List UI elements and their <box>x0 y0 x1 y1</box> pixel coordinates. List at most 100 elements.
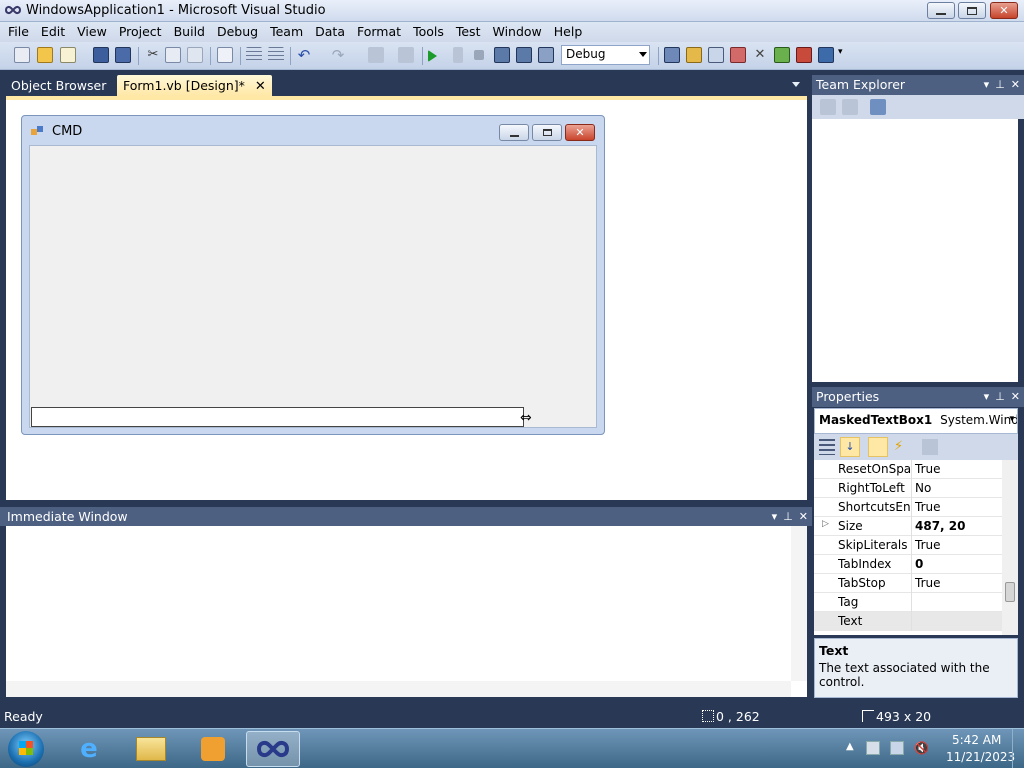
menu-window[interactable]: Window <box>486 22 547 42</box>
window-position-dropdown-icon[interactable]: ▾ <box>984 75 990 95</box>
new-project-icon[interactable] <box>14 47 30 63</box>
step-into-icon[interactable] <box>494 47 510 63</box>
add-item-icon[interactable] <box>60 47 76 63</box>
add-existing-team-project-icon[interactable] <box>870 99 886 115</box>
taskbar-windows-explorer[interactable] <box>124 731 178 767</box>
show-hidden-icons-icon[interactable]: ▲ <box>846 741 854 752</box>
clock-time[interactable]: 5:42 AM <box>952 733 1001 747</box>
object-selector-dropdown[interactable]: MaskedTextBox1 System.Windov ▾ <box>814 408 1018 434</box>
document-list-dropdown-icon[interactable] <box>792 82 800 87</box>
taskbar-internet-explorer[interactable]: e <box>62 731 116 767</box>
close-tab-icon[interactable]: ✕ <box>255 79 266 94</box>
auto-hide-pin-icon[interactable]: ⊥ <box>995 75 1005 95</box>
solution-explorer-icon[interactable] <box>686 47 702 63</box>
properties-view-icon[interactable] <box>868 437 888 457</box>
navigate-forward-icon[interactable] <box>398 47 414 63</box>
stop-icon[interactable] <box>842 99 858 115</box>
menu-help[interactable]: Help <box>548 22 589 42</box>
stop-icon[interactable] <box>474 50 484 60</box>
masked-textbox1[interactable] <box>31 407 524 427</box>
find-icon[interactable] <box>217 47 233 63</box>
menu-data[interactable]: Data <box>309 22 351 42</box>
command-window-icon[interactable] <box>818 47 834 63</box>
expand-icon[interactable]: ▷ <box>822 519 829 529</box>
categorized-icon[interactable] <box>819 439 835 455</box>
menu-file[interactable]: File <box>2 22 35 42</box>
paste-icon[interactable] <box>187 47 203 63</box>
form-client-area[interactable]: ⇔ <box>29 145 597 428</box>
find-in-files-icon[interactable] <box>664 47 680 63</box>
horizontal-scrollbar[interactable] <box>6 681 791 697</box>
auto-hide-pin-icon[interactable]: ⊥ <box>995 387 1005 407</box>
comment-icon[interactable] <box>246 47 262 63</box>
close-button[interactable]: ✕ <box>990 2 1018 19</box>
property-row[interactable]: ▷ Size 487, 20 <box>814 517 1002 536</box>
property-row[interactable]: RightToLeft No <box>814 479 1002 498</box>
pause-icon[interactable] <box>453 47 463 63</box>
property-grid[interactable]: ResetOnSpac True RightToLeft No ShortcutsE… <box>814 460 1018 635</box>
save-icon[interactable] <box>93 47 109 63</box>
class-view-icon[interactable] <box>774 47 790 63</box>
volume-muted-icon[interactable]: 🔇 <box>914 741 929 755</box>
open-file-icon[interactable] <box>37 47 53 63</box>
menu-format[interactable]: Format <box>351 22 407 42</box>
close-panel-icon[interactable]: ✕ <box>799 507 808 526</box>
property-row[interactable]: Tag <box>814 593 1002 612</box>
copy-icon[interactable] <box>165 47 181 63</box>
start-page-icon[interactable] <box>796 47 812 63</box>
save-all-icon[interactable] <box>115 47 131 63</box>
step-out-icon[interactable] <box>538 47 554 63</box>
menu-debug[interactable]: Debug <box>211 22 264 42</box>
tab-object-browser[interactable]: Object Browser <box>5 75 112 96</box>
uncomment-icon[interactable] <box>268 47 284 63</box>
menu-project[interactable]: Project <box>113 22 168 42</box>
restore-button[interactable] <box>958 2 986 19</box>
scroll-thumb[interactable] <box>1005 582 1015 602</box>
action-center-icon[interactable] <box>866 741 880 755</box>
menu-test[interactable]: Test <box>450 22 487 42</box>
solution-configuration-dropdown[interactable]: Debug <box>561 45 650 65</box>
vertical-scrollbar[interactable] <box>1002 460 1018 635</box>
taskbar-visual-studio[interactable] <box>246 731 300 767</box>
property-row-selected[interactable]: Text <box>814 612 1002 631</box>
refresh-icon[interactable] <box>820 99 836 115</box>
network-icon[interactable] <box>890 741 904 755</box>
team-explorer-tree[interactable] <box>812 119 1018 382</box>
clock-date[interactable]: 11/21/2023 <box>946 750 1015 764</box>
start-debugging-icon[interactable] <box>428 50 437 62</box>
navigate-back-icon[interactable] <box>368 47 384 63</box>
properties-window-icon[interactable] <box>708 47 724 63</box>
close-panel-icon[interactable]: ✕ <box>1011 387 1020 407</box>
toolbar-options-icon[interactable]: ▾ <box>838 47 846 63</box>
auto-hide-pin-icon[interactable]: ⊥ <box>783 507 793 526</box>
step-over-icon[interactable] <box>516 47 532 63</box>
cut-icon[interactable]: ✂ <box>145 47 161 63</box>
window-position-dropdown-icon[interactable]: ▾ <box>984 387 990 407</box>
alphabetical-icon[interactable]: ↓ <box>840 437 860 457</box>
form-cmd[interactable]: CMD ✕ ⇔ <box>21 115 605 435</box>
show-desktop-button[interactable] <box>1012 729 1024 768</box>
close-panel-icon[interactable]: ✕ <box>1011 75 1020 95</box>
property-row[interactable]: TabStop True <box>814 574 1002 593</box>
property-row[interactable]: SkipLiterals True <box>814 536 1002 555</box>
immediate-window-body[interactable] <box>6 526 807 697</box>
menu-build[interactable]: Build <box>168 22 211 42</box>
property-row[interactable]: ShortcutsEnalTrue <box>814 498 1002 517</box>
menu-team[interactable]: Team <box>264 22 309 42</box>
menu-tools[interactable]: Tools <box>407 22 450 42</box>
events-icon[interactable]: ⚡ <box>894 439 910 455</box>
property-row[interactable]: ResetOnSpac True <box>814 460 1002 479</box>
redo-icon[interactable]: ↷ <box>330 47 346 63</box>
toolbox-icon[interactable]: ✕ <box>752 47 768 63</box>
minimize-button[interactable] <box>927 2 955 19</box>
taskbar-media-player[interactable] <box>186 731 240 767</box>
menu-edit[interactable]: Edit <box>35 22 71 42</box>
undo-icon[interactable]: ↶ <box>296 47 312 63</box>
start-button[interactable] <box>8 731 44 767</box>
property-pages-icon[interactable] <box>922 439 938 455</box>
vertical-scrollbar[interactable] <box>791 526 807 681</box>
tab-form1-design[interactable]: Form1.vb [Design]* ✕ <box>117 75 272 96</box>
property-row[interactable]: TabIndex 0 <box>814 555 1002 574</box>
menu-view[interactable]: View <box>71 22 113 42</box>
object-browser-icon[interactable] <box>730 47 746 63</box>
